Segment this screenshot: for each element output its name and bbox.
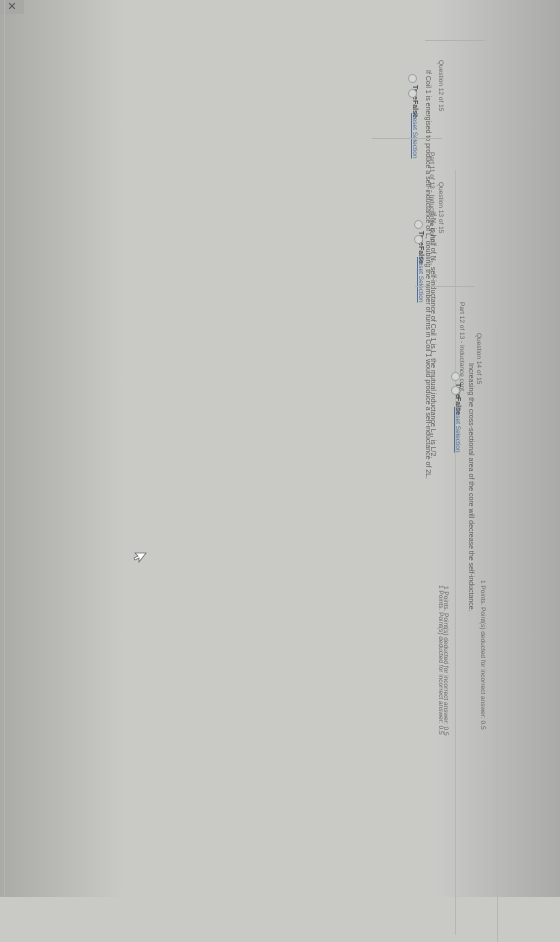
question-14-prompt: Increasing the cross-sectional area of t…: [467, 363, 474, 612]
reset-selection-link[interactable]: Reset Selection: [411, 113, 418, 159]
radio-button-icon[interactable]: [408, 74, 417, 83]
section-rule: [497, 322, 498, 942]
question-12-label: Question 12 of 15: [437, 60, 444, 112]
mouse-cursor-icon: [133, 552, 147, 564]
section-rule: [455, 170, 456, 935]
radio-button-icon[interactable]: [414, 235, 423, 244]
question-13-prompt: If N₂ is half of N₁, self-inductance of …: [429, 212, 436, 459]
question-14-points: 1 Points. Point(s) deducted for incorrec…: [479, 580, 486, 730]
part-divider: [415, 286, 475, 287]
quiz-page: Question 12 of 15 1 Points. Point(s) ded…: [0, 0, 560, 942]
radio-button-icon[interactable]: [414, 220, 423, 229]
question-divider: [425, 40, 485, 41]
reset-selection-link[interactable]: Reset Selection: [417, 257, 424, 303]
question-13-label: Question 13 of 15: [437, 182, 444, 234]
reset-selection-link[interactable]: Reset Selection: [454, 407, 461, 453]
radio-button-icon[interactable]: [451, 372, 460, 381]
question-13-points: 1 Points. Point(s) deducted for incorrec…: [442, 586, 449, 736]
question-14-label: Question 14 of 15: [475, 333, 482, 385]
part-divider: [372, 138, 442, 139]
radio-button-icon[interactable]: [408, 89, 417, 98]
radio-button-icon[interactable]: [451, 386, 460, 395]
